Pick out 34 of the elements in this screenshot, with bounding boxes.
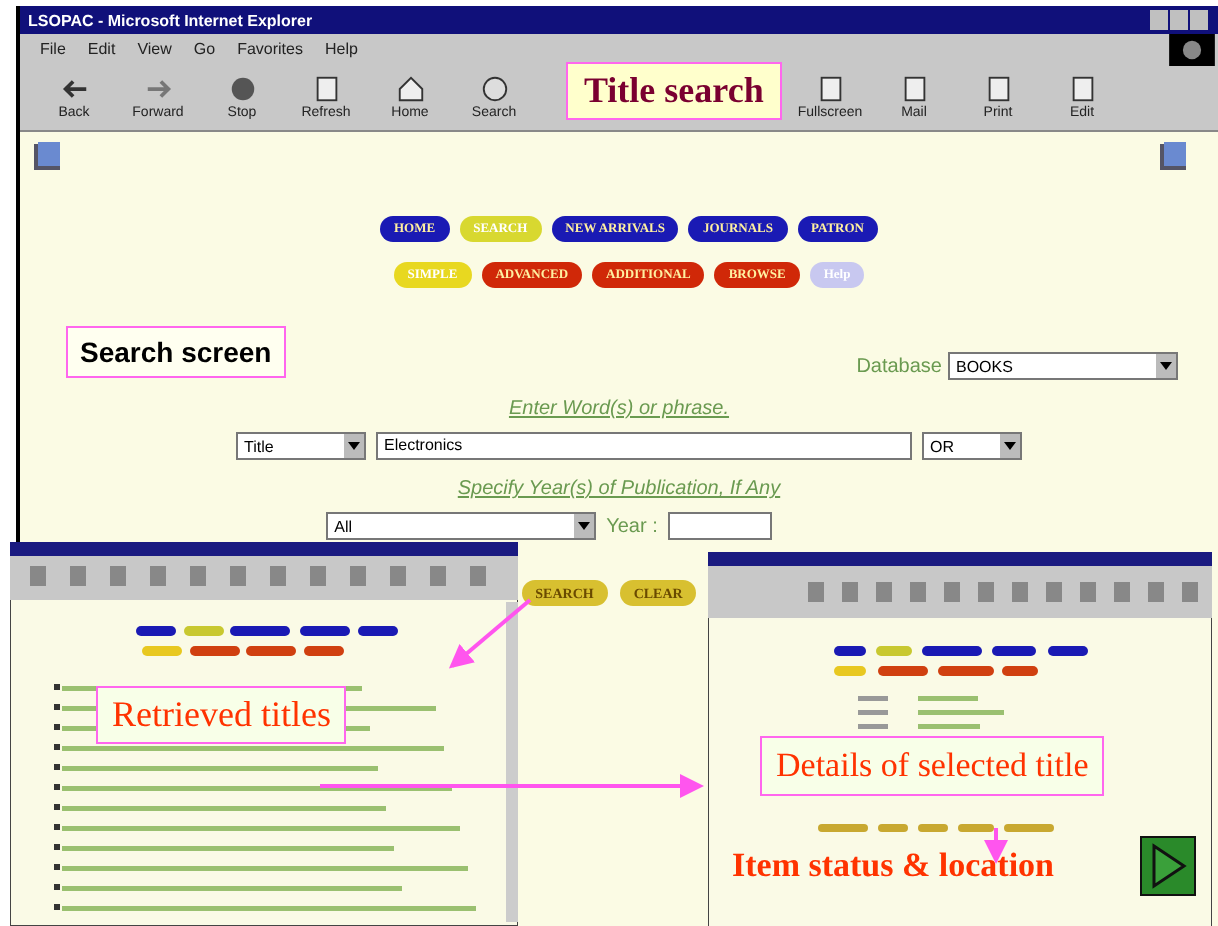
document-icon[interactable]: [311, 73, 341, 103]
query-field[interactable]: Electronics: [376, 432, 912, 460]
callout-label: Details of selected title: [760, 736, 1105, 796]
book-logo-icon: [1158, 140, 1190, 172]
callout-label: Title search: [566, 62, 782, 120]
menu-item[interactable]: File: [40, 39, 66, 57]
year-field[interactable]: [667, 512, 772, 540]
window-title: LSOPAC - Microsoft Internet Explorer: [28, 11, 313, 29]
year-range-dropdown[interactable]: All: [326, 512, 597, 540]
menu-item[interactable]: View: [137, 39, 172, 57]
callout-label: Retrieved titles: [96, 686, 347, 744]
field-dropdown[interactable]: Title: [236, 432, 366, 460]
database-dropdown[interactable]: BOOKS: [948, 352, 1178, 380]
menu-item[interactable]: Favorites: [237, 39, 303, 57]
operator-dropdown[interactable]: OR: [922, 432, 1022, 460]
book-logo-icon: [32, 140, 64, 172]
words-prompt: Enter Word(s) or phrase.: [508, 398, 730, 420]
play-icon[interactable]: [1140, 836, 1196, 896]
document-icon[interactable]: [983, 73, 1013, 103]
callout-label: Item status & location: [732, 846, 1055, 886]
menu-item[interactable]: Help: [324, 39, 358, 57]
year-label: Year :: [606, 515, 658, 537]
menu-item[interactable]: Go: [193, 39, 216, 57]
callout-label: Search screen: [66, 326, 286, 378]
document-icon[interactable]: [899, 73, 929, 103]
document-icon[interactable]: [815, 73, 845, 103]
menu-item[interactable]: Edit: [87, 39, 116, 57]
house-icon[interactable]: [395, 73, 425, 103]
database-label: Database: [856, 355, 942, 377]
arrow: [448, 598, 532, 669]
circle-icon[interactable]: [227, 73, 257, 103]
year-prompt: Specify Year(s) of Publication, If Any: [457, 478, 781, 500]
document-icon[interactable]: [1067, 73, 1097, 103]
window-controls-icon[interactable]: [1150, 10, 1210, 30]
